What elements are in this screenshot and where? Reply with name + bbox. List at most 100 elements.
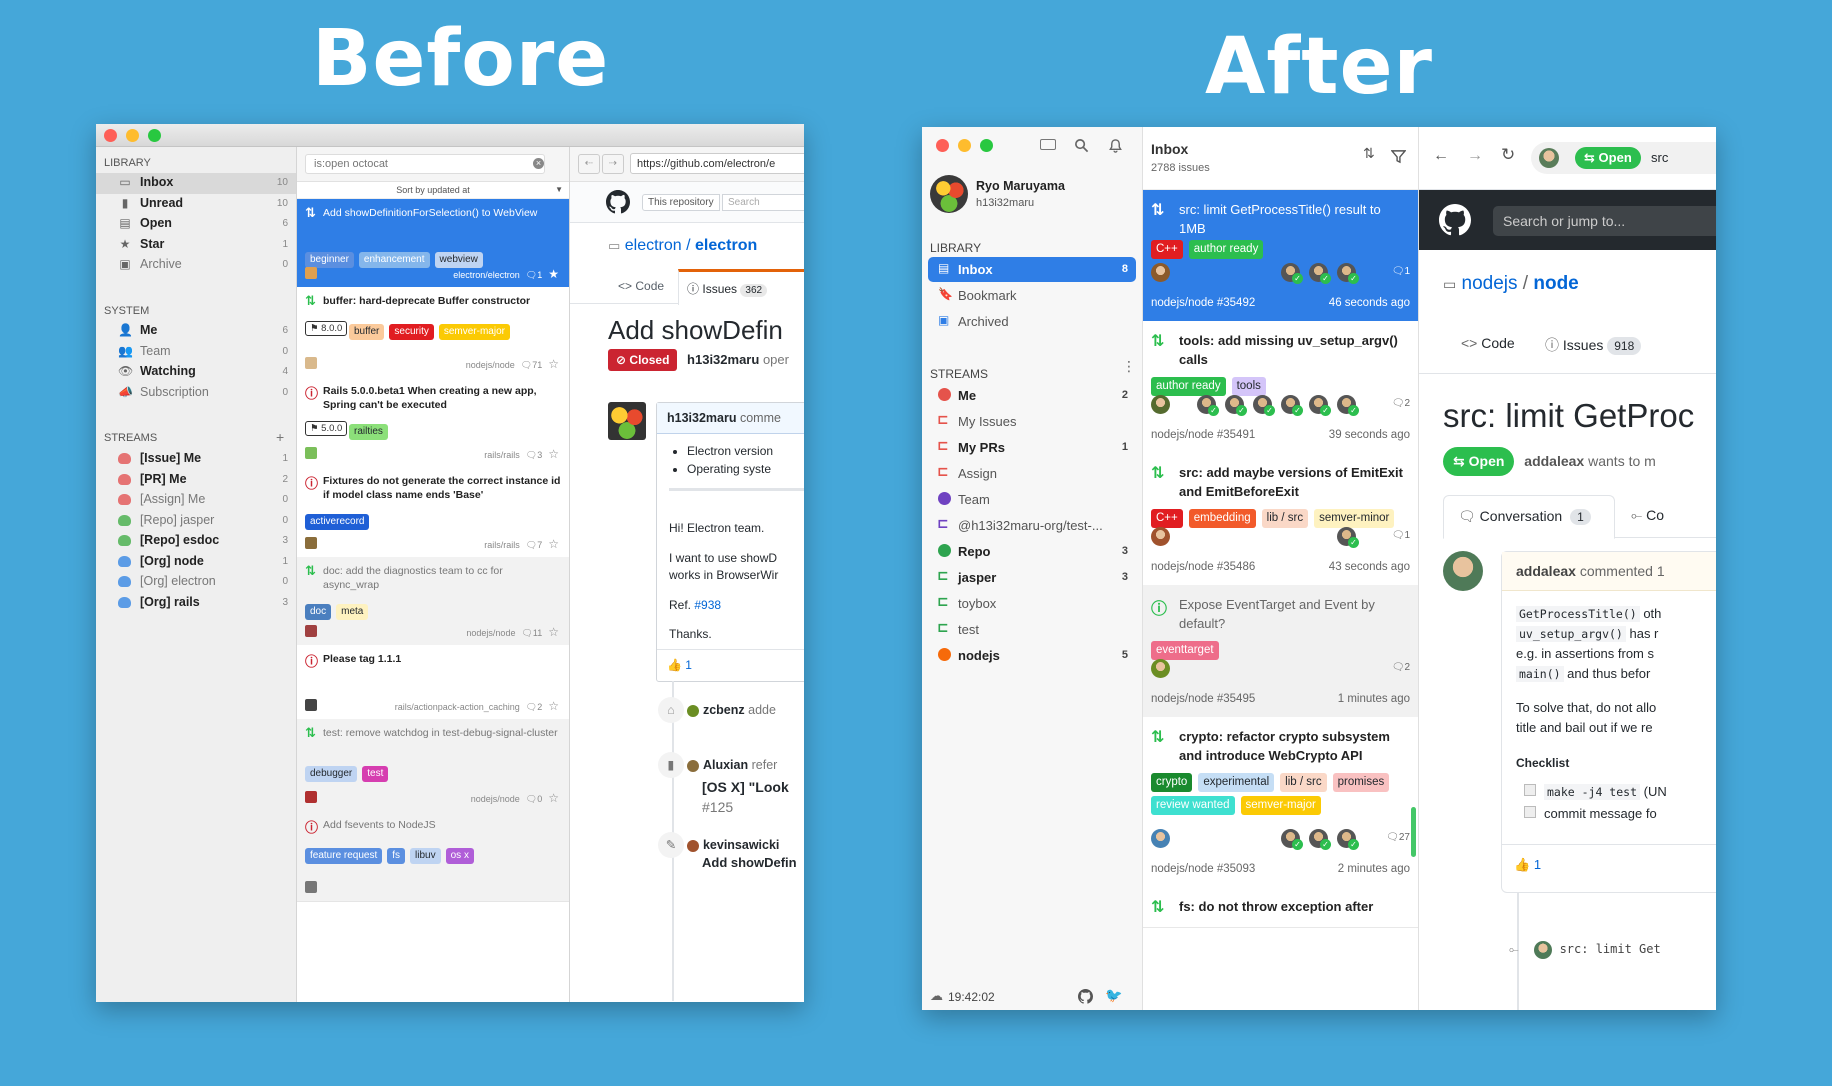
list-item[interactable]: ⓘ Please tag 1.1.1 rails/actionpack-action… xyxy=(297,645,569,720)
issue-ref[interactable]: nodejs/node #35093 xyxy=(1151,863,1255,875)
comment-author[interactable]: h13i32maru xyxy=(667,411,736,425)
avatar[interactable] xyxy=(687,704,700,717)
list-item[interactable]: ⇅ doc: add the diagnostics team to cc for… xyxy=(297,557,569,646)
zoom-window-button[interactable] xyxy=(980,139,993,152)
issue-label[interactable]: security xyxy=(389,324,434,340)
author-avatar[interactable] xyxy=(1151,263,1170,282)
sort-icon[interactable]: ⇅ xyxy=(1363,145,1375,162)
issue-label[interactable]: beginner xyxy=(305,252,354,268)
add-stream-button[interactable]: + xyxy=(276,429,284,445)
tab-issues[interactable]: ⓘ Issues 918 xyxy=(1545,335,1642,355)
ref-link[interactable]: #938 xyxy=(694,598,721,612)
sidebar-item-inbox[interactable]: ▤ Inbox 8 xyxy=(928,257,1136,282)
sidebar-item--org-electron[interactable]: [Org] electron 0 xyxy=(96,572,296,593)
checkbox[interactable] xyxy=(1524,784,1536,796)
avatar[interactable] xyxy=(305,791,317,803)
issue-label[interactable]: fs xyxy=(387,848,406,864)
issue-label[interactable]: enhancement xyxy=(358,252,430,268)
stream-item-repo[interactable]: Repo 3 xyxy=(928,539,1136,564)
star-icon[interactable]: ☆ xyxy=(548,537,559,551)
sidebar-item-bookmark[interactable]: 🔖 Bookmark xyxy=(928,283,1136,308)
issue-label[interactable]: promises xyxy=(1332,773,1390,792)
url-field[interactable] xyxy=(630,153,804,174)
repo-owner-link[interactable]: nodejs xyxy=(1462,273,1518,294)
list-item[interactable]: ⓘ Add fsevents to NodeJS feature request fs… xyxy=(297,811,569,902)
star-icon[interactable]: ☆ xyxy=(548,447,559,461)
issue-label[interactable]: webview xyxy=(434,252,483,268)
list-item[interactable]: ⓘ Expose EventTarget and Event by default… xyxy=(1143,585,1418,718)
list-item[interactable]: ⇅ buffer: hard-deprecate Buffer construct… xyxy=(297,287,569,378)
avatar[interactable] xyxy=(305,699,317,711)
tab-code[interactable]: <> Code xyxy=(1461,335,1515,351)
sidebar-item-archive[interactable]: ▣ Archive 0 xyxy=(96,255,296,276)
stream-item-toybox[interactable]: ⊏ toybox xyxy=(928,591,1136,616)
issue-label[interactable]: activerecord xyxy=(305,514,370,530)
issue-label[interactable]: railties xyxy=(349,424,388,440)
issue-ref[interactable]: nodejs/node #35492 xyxy=(1151,297,1255,309)
user-avatar[interactable] xyxy=(930,175,968,213)
repo-name[interactable]: nodejs/node xyxy=(466,628,515,638)
sidebar-item--pr-me[interactable]: [PR] Me 2 xyxy=(96,470,296,491)
issue-label[interactable]: buffer xyxy=(349,324,385,340)
repo-name[interactable]: rails/actionpack-action_caching xyxy=(395,702,520,712)
event-commit-title[interactable]: Add showDefin xyxy=(702,855,797,870)
list-item[interactable]: ⇅ tools: add missing uv_setup_argv() call… xyxy=(1143,321,1418,454)
close-window-button[interactable] xyxy=(104,129,117,142)
search-icon[interactable] xyxy=(1074,138,1089,153)
stream-item-nodejs[interactable]: nodejs 5 xyxy=(928,643,1136,668)
tab-conversation[interactable]: 🗨 Conversation 1 xyxy=(1443,495,1615,539)
list-item[interactable]: ⇅ test: remove watchdog in test-debug-sig… xyxy=(297,719,569,812)
avatar[interactable] xyxy=(305,537,317,549)
issue-ref[interactable]: nodejs/node #35495 xyxy=(1151,693,1255,705)
stream-item-jasper[interactable]: ⊏ jasper 3 xyxy=(928,565,1136,590)
comment-avatar[interactable] xyxy=(608,402,646,440)
issue-label[interactable]: C++ xyxy=(1151,509,1183,528)
issue-ref[interactable]: nodejs/node #35491 xyxy=(1151,429,1255,441)
github-icon[interactable] xyxy=(1078,989,1093,1004)
github-search-field[interactable]: Search xyxy=(722,194,804,211)
list-item[interactable]: ⇅ src: limit GetProcessTitle() result to … xyxy=(1143,190,1418,322)
streams-menu-icon[interactable]: ⋮ xyxy=(1122,359,1136,373)
star-icon[interactable]: ★ xyxy=(548,267,559,281)
event-ref-title[interactable]: [OS X] "Look xyxy=(702,779,789,795)
sidebar-item--org-rails[interactable]: [Org] rails 3 xyxy=(96,593,296,614)
sidebar-item-me[interactable]: 👤 Me 6 xyxy=(96,321,296,342)
list-scrollbar[interactable] xyxy=(1411,807,1416,857)
issue-label[interactable]: crypto xyxy=(1151,773,1193,792)
checkbox[interactable] xyxy=(1524,806,1536,818)
issue-label[interactable]: eventtarget xyxy=(1151,641,1219,660)
comment-author[interactable]: addaleax xyxy=(1516,563,1576,579)
avatar[interactable] xyxy=(687,759,700,772)
tab-commits[interactable]: ⟜ Co xyxy=(1631,507,1664,524)
event-user[interactable]: kevinsawicki xyxy=(703,838,779,852)
list-item[interactable]: ⇅ fs: do not throw exception after xyxy=(1143,887,1418,928)
back-arrow-icon[interactable]: ← xyxy=(1433,147,1449,165)
issue-label[interactable]: meta xyxy=(336,604,369,620)
twitter-icon[interactable]: 🐦 xyxy=(1105,987,1122,1004)
event-ref-number[interactable]: #125 xyxy=(702,799,733,815)
author-avatar[interactable] xyxy=(1151,395,1170,414)
issue-label[interactable]: libuv xyxy=(410,848,441,864)
author-avatar[interactable] xyxy=(1151,659,1170,678)
stream-item-assign[interactable]: ⊏ Assign xyxy=(928,461,1136,486)
repo-name[interactable]: rails/rails xyxy=(484,540,520,550)
avatar[interactable] xyxy=(305,267,317,279)
avatar[interactable] xyxy=(687,839,700,852)
repo-owner-link[interactable]: electron xyxy=(625,237,682,254)
zoom-window-button[interactable] xyxy=(148,129,161,142)
issue-label[interactable]: review wanted xyxy=(1151,796,1235,815)
star-icon[interactable]: ☆ xyxy=(548,625,559,639)
reaction-button[interactable]: 👍 1 xyxy=(667,658,692,672)
issue-label[interactable]: os x xyxy=(445,848,474,864)
comment-avatar[interactable] xyxy=(1443,551,1483,591)
star-icon[interactable]: ☆ xyxy=(548,699,559,713)
issue-author[interactable]: addaleax xyxy=(1524,453,1584,469)
repo-name-link[interactable]: node xyxy=(1533,273,1578,294)
stream-item-my-issues[interactable]: ⊏ My Issues xyxy=(928,409,1136,434)
star-icon[interactable]: ☆ xyxy=(548,791,559,805)
issue-label[interactable]: test xyxy=(362,766,389,782)
sidebar-item--org-node[interactable]: [Org] node 1 xyxy=(96,552,296,573)
sidebar-item-unread[interactable]: ▮ Unread 10 xyxy=(96,194,296,215)
issue-label[interactable]: C++ xyxy=(1151,240,1183,259)
stream-item-h13i32maru-org-test[interactable]: ⊏ @h13i32maru-org/test-... xyxy=(928,513,1136,538)
